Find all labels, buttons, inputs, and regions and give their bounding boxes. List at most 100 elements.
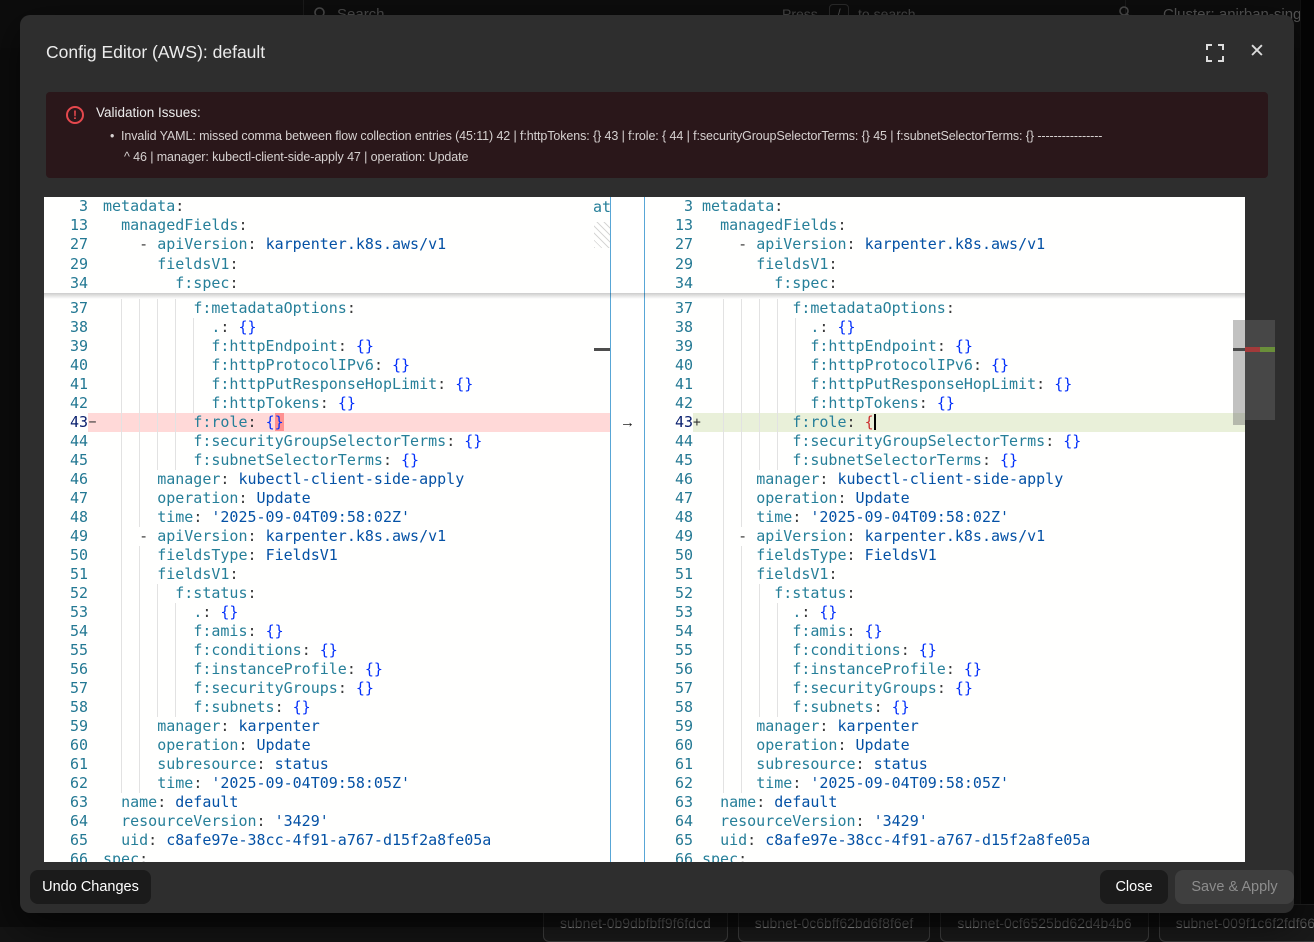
- line-number: 48: [44, 508, 88, 527]
- line-number: 29: [645, 255, 693, 274]
- line-number: 62: [645, 774, 693, 793]
- code-line: 40 f:httpProtocolIPv6: {}: [645, 356, 1245, 375]
- code-line: 51 fieldsV1:: [645, 565, 1245, 584]
- code-line: 59 manager: karpenter: [44, 717, 610, 736]
- code-line: 55 f:conditions: {}: [645, 641, 1245, 660]
- code-line: 44 f:securityGroupSelectorTerms: {}: [645, 432, 1245, 451]
- line-number: 41: [44, 375, 88, 394]
- code-line: 29 fieldsV1:: [645, 255, 1245, 274]
- line-number: 39: [645, 337, 693, 356]
- code-line: 62 time: '2025-09-04T09:58:05Z': [645, 774, 1245, 793]
- code-line: 64 resourceVersion: '3429': [44, 812, 610, 831]
- code-line: 45 f:subnetSelectorTerms: {}: [645, 451, 1245, 470]
- line-number: 52: [44, 584, 88, 603]
- line-number: 37: [645, 299, 693, 318]
- code-line: 57 f:securityGroups: {}: [44, 679, 610, 698]
- sticky-header-right: 3metadata:13 managedFields:27 - apiVersi…: [645, 197, 1245, 293]
- code-line: 63 name: default: [44, 793, 610, 812]
- line-number: 54: [645, 622, 693, 641]
- line-number: 47: [645, 489, 693, 508]
- code-line: 51 fieldsV1:: [44, 565, 610, 584]
- code-line: 43+ f:role: {: [645, 413, 1245, 432]
- line-number: 44: [645, 432, 693, 451]
- line-number: 37: [44, 299, 88, 318]
- code-line: 49 - apiVersion: karpenter.k8s.aws/v1: [645, 527, 1245, 546]
- line-number: 60: [645, 736, 693, 755]
- line-number: 38: [44, 318, 88, 337]
- ruler-mark-added: [1260, 347, 1275, 352]
- code-line: 48 time: '2025-09-04T09:58:02Z': [645, 508, 1245, 527]
- yaml-diff-editor[interactable]: 37 f:metadataOptions:38 .: {}39 f:httpEn…: [44, 197, 1275, 862]
- line-number: 13: [645, 216, 693, 235]
- line-number: 55: [44, 641, 88, 660]
- breadcrumb-clip: at: [593, 198, 610, 216]
- code-line: 57 f:securityGroups: {}: [645, 679, 1245, 698]
- undo-changes-button[interactable]: Undo Changes: [30, 870, 151, 904]
- code-line: 41 f:httpPutResponseHopLimit: {}: [44, 375, 610, 394]
- line-number: 34: [645, 274, 693, 293]
- code-line: 50 fieldsType: FieldsV1: [645, 546, 1245, 565]
- validation-message-line2: ^ 46 | manager: kubectl-client-side-appl…: [124, 150, 1224, 164]
- code-body-right: 37 f:metadataOptions:38 .: {}39 f:httpEn…: [645, 299, 1245, 862]
- line-number: 58: [645, 698, 693, 717]
- line-number: 42: [645, 394, 693, 413]
- code-line: 34 f:spec:: [44, 274, 610, 293]
- code-line: 60 operation: Update: [44, 736, 610, 755]
- validation-title: Validation Issues:: [96, 105, 201, 120]
- code-line: 53 .: {}: [645, 603, 1245, 622]
- code-line: 13 managedFields:: [44, 216, 610, 235]
- code-line: 45 f:subnetSelectorTerms: {}: [44, 451, 610, 470]
- overview-ruler[interactable]: [1245, 197, 1275, 862]
- line-number: 44: [44, 432, 88, 451]
- line-number: 53: [44, 603, 88, 622]
- close-icon[interactable]: ✕: [1245, 40, 1269, 64]
- scrollbar-diff-mark: [1233, 348, 1245, 351]
- ruler-mark-deleted: [1245, 347, 1260, 352]
- code-line: 58 f:subnets: {}: [645, 698, 1245, 717]
- line-number: 56: [44, 660, 88, 679]
- config-editor-dialog: Config Editor (AWS): default ✕ ! Validat…: [20, 15, 1294, 913]
- line-number: 39: [44, 337, 88, 356]
- code-line: 37 f:metadataOptions:: [44, 299, 610, 318]
- close-button[interactable]: Close: [1100, 870, 1168, 904]
- code-line: 52 f:status:: [645, 584, 1245, 603]
- line-number: 59: [44, 717, 88, 736]
- code-line: 47 operation: Update: [44, 489, 610, 508]
- line-number: 53: [645, 603, 693, 622]
- line-number: 49: [645, 527, 693, 546]
- code-line: 65 uid: c8afe97e-38cc-4f91-a767-d15f2a8f…: [44, 831, 610, 850]
- hidden-region-hatch: [594, 222, 610, 248]
- save-apply-button: Save & Apply: [1175, 870, 1294, 904]
- line-number: 61: [645, 755, 693, 774]
- code-line: 53 .: {}: [44, 603, 610, 622]
- code-line: 66spec:: [44, 850, 610, 862]
- code-line: 65 uid: c8afe97e-38cc-4f91-a767-d15f2a8f…: [645, 831, 1245, 850]
- dialog-title: Config Editor (AWS): default: [46, 42, 265, 63]
- line-number: 57: [44, 679, 88, 698]
- line-number: 62: [44, 774, 88, 793]
- line-number: 61: [44, 755, 88, 774]
- apply-change-arrow[interactable]: →: [611, 413, 644, 432]
- line-number: 58: [44, 698, 88, 717]
- line-number: 52: [645, 584, 693, 603]
- line-number: 55: [645, 641, 693, 660]
- code-line: 64 resourceVersion: '3429': [645, 812, 1245, 831]
- editor-scrollbar[interactable]: [1233, 320, 1245, 425]
- line-number: 3: [44, 197, 88, 216]
- code-line: 49 - apiVersion: karpenter.k8s.aws/v1: [44, 527, 610, 546]
- code-line: 47 operation: Update: [645, 489, 1245, 508]
- code-line: 27 - apiVersion: karpenter.k8s.aws/v1: [44, 235, 610, 254]
- line-number: 46: [645, 470, 693, 489]
- code-line: 46 manager: kubectl-client-side-apply: [645, 470, 1245, 489]
- code-body-left: 37 f:metadataOptions:38 .: {}39 f:httpEn…: [44, 299, 610, 862]
- line-number: 66: [645, 850, 693, 862]
- code-line: 59 manager: karpenter: [645, 717, 1245, 736]
- line-number: 63: [645, 793, 693, 812]
- code-line: 61 subresource: status: [44, 755, 610, 774]
- line-number: 43: [44, 413, 88, 432]
- code-line: 61 subresource: status: [645, 755, 1245, 774]
- fullscreen-icon[interactable]: [1206, 44, 1226, 64]
- line-number: 29: [44, 255, 88, 274]
- line-number: 60: [44, 736, 88, 755]
- code-line: 48 time: '2025-09-04T09:58:02Z': [44, 508, 610, 527]
